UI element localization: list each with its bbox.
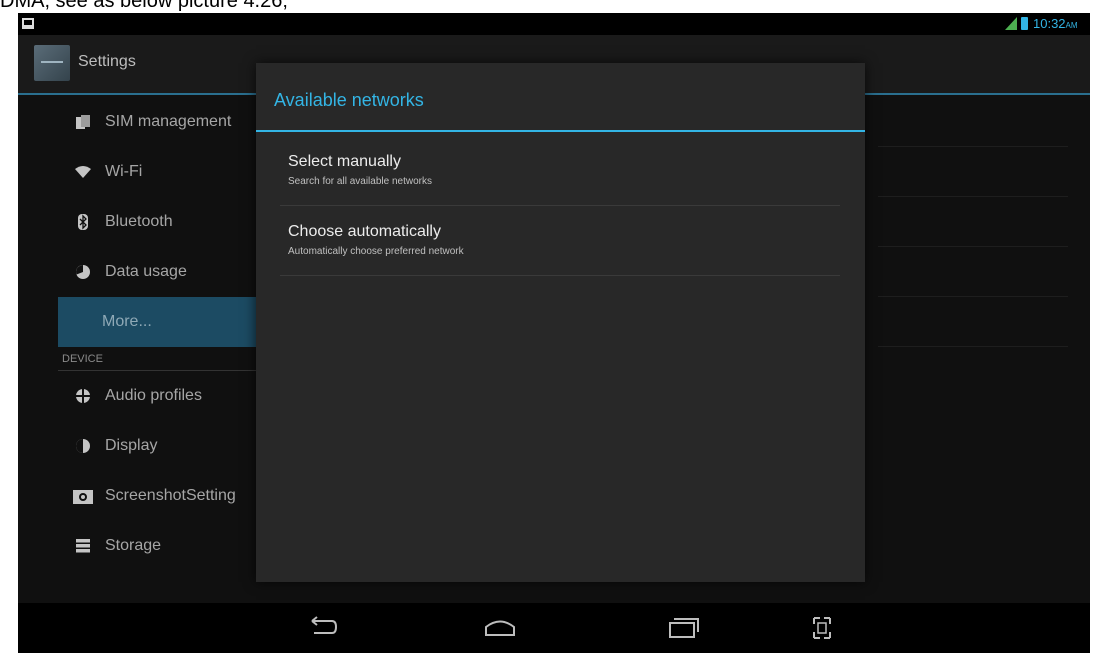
detail-row (878, 297, 1068, 347)
home-icon[interactable] (480, 615, 520, 641)
option-subtitle: Search for all available networks (288, 176, 432, 187)
settings-item-label: Bluetooth (105, 213, 173, 230)
settings-item-label: Data usage (105, 263, 187, 280)
sim-icon (72, 113, 94, 131)
wifi-icon (72, 163, 94, 181)
back-icon[interactable] (300, 615, 340, 641)
recent-apps-icon[interactable] (662, 615, 702, 641)
clock-time: 10:32 (1033, 16, 1066, 31)
settings-item-label: ScreenshotSetting (105, 487, 236, 504)
action-bar-title: Settings (78, 53, 136, 70)
detail-pane (878, 97, 1068, 347)
storage-icon (72, 537, 94, 555)
settings-item-label: Storage (105, 537, 162, 554)
option-title: Choose automatically (288, 223, 441, 240)
settings-app-icon[interactable] (34, 45, 70, 81)
clock-suffix: AM (1065, 21, 1078, 30)
status-bar: 10:32AM (18, 13, 1090, 35)
settings-item-label: SIM management (105, 113, 232, 130)
detail-row (878, 147, 1068, 197)
image-notification-icon[interactable] (22, 18, 34, 29)
settings-item-label: Wi-Fi (105, 163, 143, 180)
detail-row (878, 197, 1068, 247)
document-caption: DMA, see as below picture 4.26; (0, 0, 288, 12)
bluetooth-icon (72, 213, 94, 231)
select-manually-option[interactable]: Select manually Search for all available… (280, 136, 840, 206)
data-usage-icon (72, 263, 94, 281)
screenshot-icon (72, 487, 94, 505)
dialog-title: Available networks (274, 90, 424, 110)
option-subtitle: Automatically choose preferred network (288, 246, 464, 257)
battery-icon (1021, 17, 1028, 30)
status-clock: 10:32AM (1033, 16, 1078, 31)
settings-item-label: Audio profiles (105, 387, 202, 404)
settings-item-label: More... (102, 313, 152, 330)
choose-automatically-option[interactable]: Choose automatically Automatically choos… (280, 206, 840, 276)
detail-row (878, 97, 1068, 147)
signal-icon (1005, 17, 1017, 30)
dialog-title-divider (256, 130, 865, 132)
option-title: Select manually (288, 153, 401, 170)
settings-item-label: Display (105, 437, 158, 454)
navigation-bar (18, 603, 1090, 653)
screenshot-capture-icon[interactable] (802, 615, 842, 641)
available-networks-dialog: Available networks Select manually Searc… (256, 63, 865, 582)
detail-row (878, 247, 1068, 297)
tablet-screen: 10:32AM Settings SIM management Wi-Fi Bl… (18, 13, 1090, 653)
audio-profiles-icon (72, 387, 94, 405)
display-icon (72, 437, 94, 455)
